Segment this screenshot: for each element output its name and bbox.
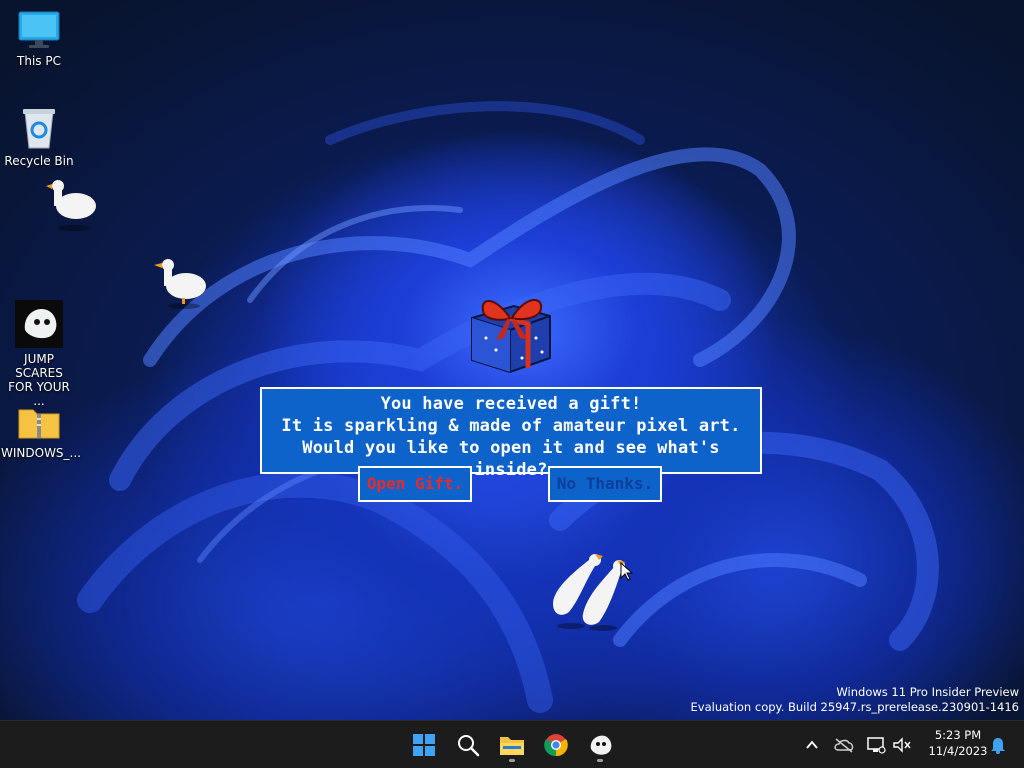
chrome-button[interactable] xyxy=(536,725,576,765)
desktop[interactable]: This PC Recycle Bin JUMP SCARES FOR YOUR… xyxy=(0,0,1024,720)
desktop-icon-this-pc[interactable]: This PC xyxy=(1,10,77,68)
network-icon xyxy=(867,737,886,754)
goose-sprite[interactable] xyxy=(150,256,210,310)
ghost-app-button[interactable] xyxy=(580,725,620,765)
mouse-cursor-icon xyxy=(620,562,634,581)
gift-dialog-line-3: Would you like to open it and see what's… xyxy=(302,438,720,480)
chrome-icon xyxy=(544,734,568,757)
ghost-app-icon xyxy=(15,300,63,348)
watermark-edition: Windows 11 Pro Insider Preview xyxy=(836,685,1019,699)
desktop-icon-label: Recycle Bin xyxy=(4,154,74,168)
windows-watermark: Windows 11 Pro Insider Preview Evaluatio… xyxy=(691,685,1019,715)
monitor-icon xyxy=(18,11,60,48)
recycle-bin-icon xyxy=(23,109,55,149)
gift-dialog: You have received a gift! It is sparklin… xyxy=(260,387,762,480)
volume-tray-button[interactable] xyxy=(890,733,914,757)
running-indicator xyxy=(509,759,515,762)
desktop-icon-label: JUMP SCARES FOR YOUR ... xyxy=(8,352,70,408)
onedrive-tray-button[interactable] xyxy=(832,733,856,757)
desktop-icon-label: This PC xyxy=(17,54,61,68)
search-icon xyxy=(458,735,480,757)
ghost-app-icon xyxy=(590,735,612,755)
search-button[interactable] xyxy=(448,725,488,765)
network-tray-button[interactable] xyxy=(864,733,888,757)
file-explorer-icon xyxy=(500,737,524,755)
no-thanks-button[interactable]: No Thanks. xyxy=(548,466,662,502)
gift-dialog-line-1: You have received a gift! xyxy=(380,394,642,414)
gift-box-icon[interactable] xyxy=(466,288,556,376)
bell-icon xyxy=(991,738,1005,754)
running-indicator xyxy=(597,759,603,762)
desktop-icon-label: WINDOWS_... xyxy=(1,446,81,460)
desktop-icon-jump-scares[interactable]: JUMP SCARES FOR YOUR ... xyxy=(1,300,77,408)
desktop-icon-recycle-bin[interactable]: Recycle Bin xyxy=(1,106,77,168)
notifications-button[interactable] xyxy=(986,733,1010,757)
goose-sprite[interactable] xyxy=(40,178,100,232)
show-hidden-icons-button[interactable] xyxy=(800,733,824,757)
gift-dialog-line-2: It is sparkling & made of amateur pixel … xyxy=(281,416,741,436)
file-explorer-button[interactable] xyxy=(492,725,532,765)
volume-muted-icon xyxy=(893,737,911,753)
open-gift-button[interactable]: Open Gift. xyxy=(358,466,472,502)
start-icon xyxy=(413,734,435,756)
zip-folder-icon xyxy=(18,409,60,439)
start-button[interactable] xyxy=(404,725,444,765)
chevron-up-icon xyxy=(806,740,818,749)
desktop-icon-windows-zip[interactable]: WINDOWS_... xyxy=(1,402,81,460)
cloud-offline-icon xyxy=(834,738,854,753)
taskbar: 5:23 PM 11/4/2023 xyxy=(0,720,1024,768)
watermark-build: Evaluation copy. Build 25947.rs_prerelea… xyxy=(690,700,1019,714)
